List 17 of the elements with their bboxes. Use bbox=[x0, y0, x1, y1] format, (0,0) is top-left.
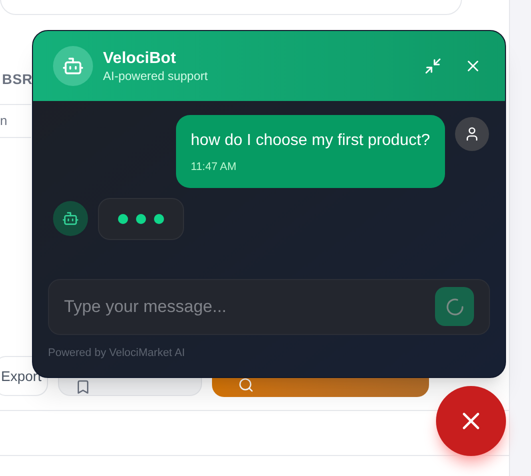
chat-subtitle: AI-powered support bbox=[103, 68, 208, 84]
user-icon bbox=[464, 126, 480, 142]
minimize-icon bbox=[424, 57, 442, 75]
search-icon bbox=[238, 377, 254, 393]
chat-title: VelociBot bbox=[103, 48, 177, 68]
input-field[interactable]: n bbox=[0, 104, 31, 138]
message-input[interactable]: Type your message... bbox=[48, 278, 490, 334]
bookmark-icon bbox=[75, 379, 92, 395]
powered-by-text: Powered by VelociMarket AI bbox=[48, 346, 186, 360]
send-button[interactable] bbox=[435, 287, 474, 326]
robot-icon bbox=[62, 55, 84, 77]
message-text: how do I choose my first product? bbox=[190, 131, 430, 151]
loading-icon bbox=[444, 296, 464, 316]
filter-label: BSR bbox=[1, 70, 31, 89]
robot-icon bbox=[62, 210, 79, 227]
message-time: 11:47 AM bbox=[190, 160, 238, 175]
message-field[interactable]: Type your message... bbox=[64, 294, 435, 320]
